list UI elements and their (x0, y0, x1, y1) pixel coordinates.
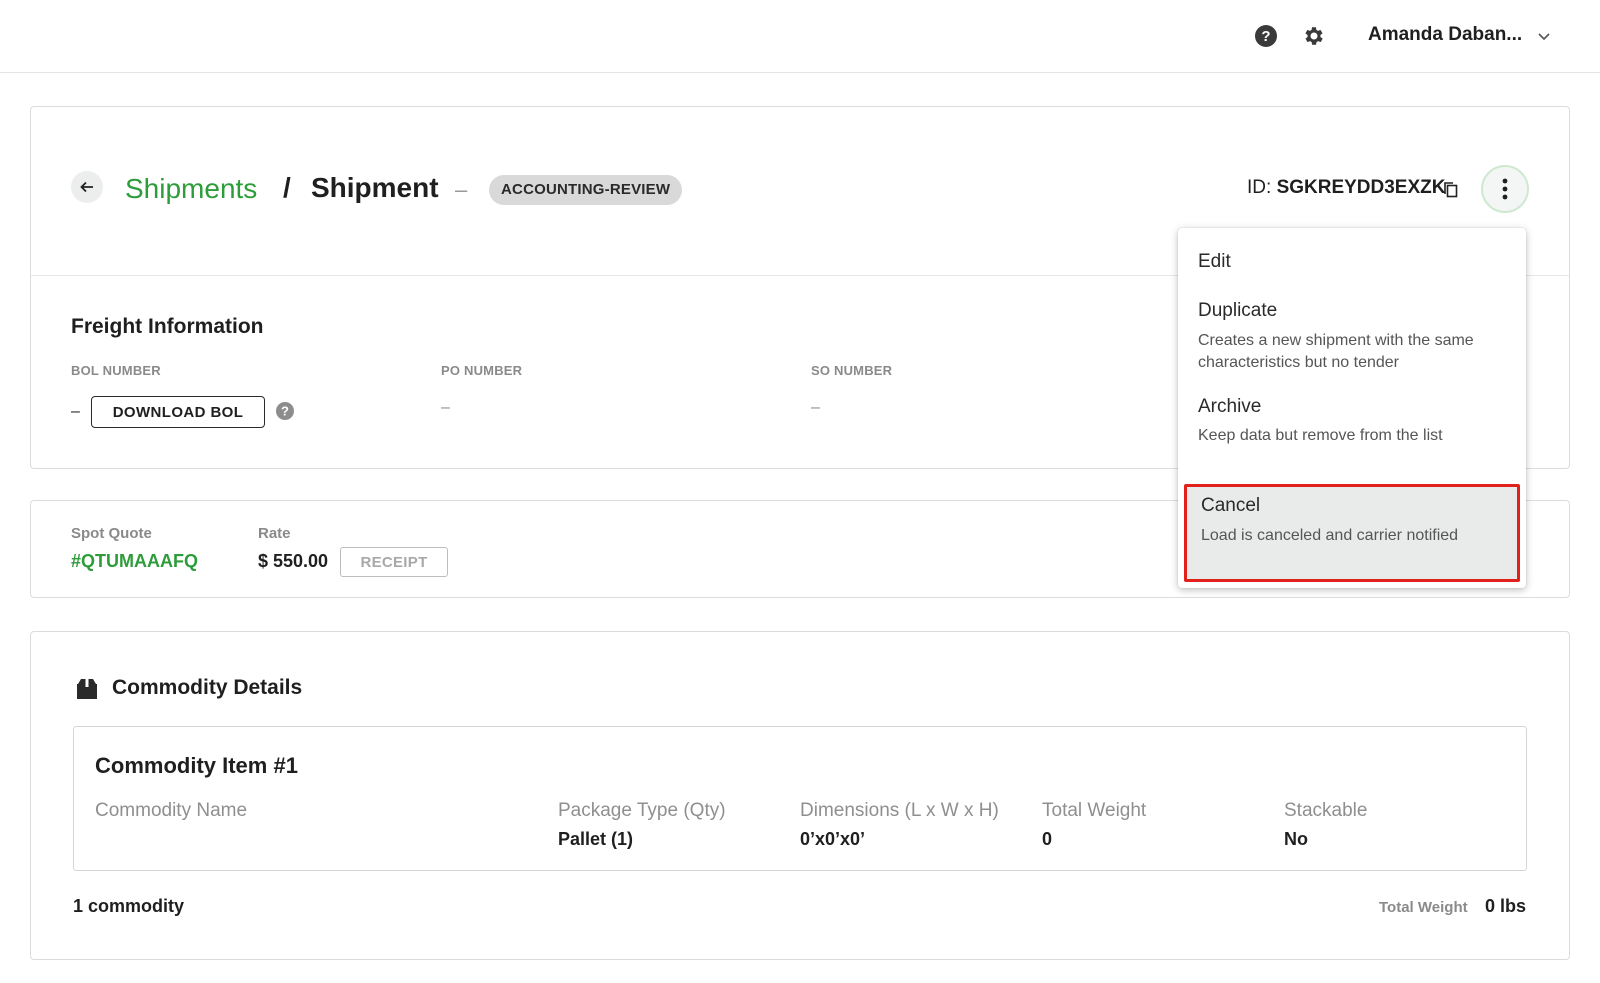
receipt-button[interactable]: RECEIPT (340, 547, 448, 577)
menu-item-cancel[interactable]: Cancel Load is canceled and carrier noti… (1184, 484, 1520, 582)
total-weight-value: 0 (1042, 829, 1053, 849)
breadcrumb-shipments-link[interactable]: Shipments (125, 173, 257, 205)
menu-item-label: Edit (1198, 251, 1231, 272)
spot-quote-link[interactable]: #QTUMAAAFQ (71, 551, 198, 572)
title-dash: – (455, 177, 468, 202)
actions-menu: Edit Duplicate Creates a new shipment wi… (1178, 228, 1526, 588)
chevron-down-icon[interactable] (1536, 28, 1552, 44)
help-icon[interactable]: ? (275, 401, 295, 421)
total-weight-label: Total Weight (1042, 800, 1147, 821)
id-prefix: ID: (1247, 177, 1272, 198)
rate-label: Rate (258, 525, 291, 542)
more-options-button[interactable] (1481, 165, 1529, 213)
menu-item-label: Archive (1198, 396, 1262, 417)
spot-quote-label: Spot Quote (71, 525, 152, 542)
menu-item-duplicate[interactable]: Duplicate Creates a new shipment with th… (1178, 280, 1526, 376)
menu-item-label: Cancel (1201, 495, 1261, 516)
menu-item-description: Creates a new shipment with the same cha… (1198, 332, 1474, 371)
user-name[interactable]: Amanda Daban... (1368, 24, 1522, 46)
rate-value: $ 550.00 (258, 551, 329, 571)
commodity-details-title: Commodity Details (112, 676, 303, 699)
stackable-label: Stackable (1284, 800, 1368, 821)
stackable-value: No (1284, 829, 1308, 849)
so-number-label: SO NUMBER (811, 363, 893, 378)
summary-total-weight-value: 0 lbs (1485, 896, 1527, 916)
commodity-card: Commodity Details Commodity Item #1 Comm… (30, 631, 1570, 960)
arrow-left-icon (80, 181, 93, 193)
package-type-label: Package Type (Qty) (558, 800, 726, 821)
dimensions-value: 0’x0’x0’ (800, 829, 866, 849)
shipment-id: ID: SGKREYDD3EXZK (1247, 177, 1445, 199)
commodity-name-label: Commodity Name (95, 800, 248, 821)
help-icon[interactable]: ? (1254, 24, 1278, 48)
so-number-value: – (811, 399, 820, 416)
id-value: SGKREYDD3EXZK (1276, 177, 1446, 198)
po-number-value: – (441, 399, 450, 416)
freight-info-title: Freight Information (71, 315, 264, 338)
package-icon (77, 679, 97, 699)
menu-item-description: Keep data but remove from the list (1198, 427, 1443, 444)
breadcrumb-separator: / (283, 172, 291, 203)
commodity-item: Commodity Item #1 Commodity Name Package… (73, 726, 1527, 871)
copy-icon[interactable] (1443, 181, 1459, 199)
top-bar: ? Amanda Daban... (0, 0, 1600, 73)
svg-text:?: ? (1261, 28, 1270, 45)
bol-number-value: – (71, 403, 80, 420)
gear-icon[interactable] (1302, 24, 1326, 48)
menu-item-label: Duplicate (1198, 300, 1278, 321)
page-title: Shipment (311, 172, 439, 203)
menu-item-description: Load is canceled and carrier notified (1201, 527, 1459, 544)
status-badge: ACCOUNTING-REVIEW (489, 175, 683, 205)
dimensions-label: Dimensions (L x W x H) (800, 800, 999, 821)
commodity-count: 1 commodity (73, 896, 185, 916)
commodity-item-title: Commodity Item #1 (95, 753, 298, 778)
more-vertical-icon (1502, 178, 1508, 200)
svg-text:?: ? (281, 404, 289, 419)
menu-item-archive[interactable]: Archive Keep data but remove from the li… (1178, 376, 1526, 472)
package-type-value: Pallet (1) (558, 829, 634, 849)
menu-item-edit[interactable]: Edit (1178, 228, 1526, 280)
bol-number-label: BOL NUMBER (71, 363, 161, 378)
summary-total-weight-label: Total Weight (1379, 899, 1468, 916)
download-bol-button[interactable]: DOWNLOAD BOL (91, 396, 265, 428)
back-button[interactable] (71, 171, 103, 203)
po-number-label: PO NUMBER (441, 363, 523, 378)
